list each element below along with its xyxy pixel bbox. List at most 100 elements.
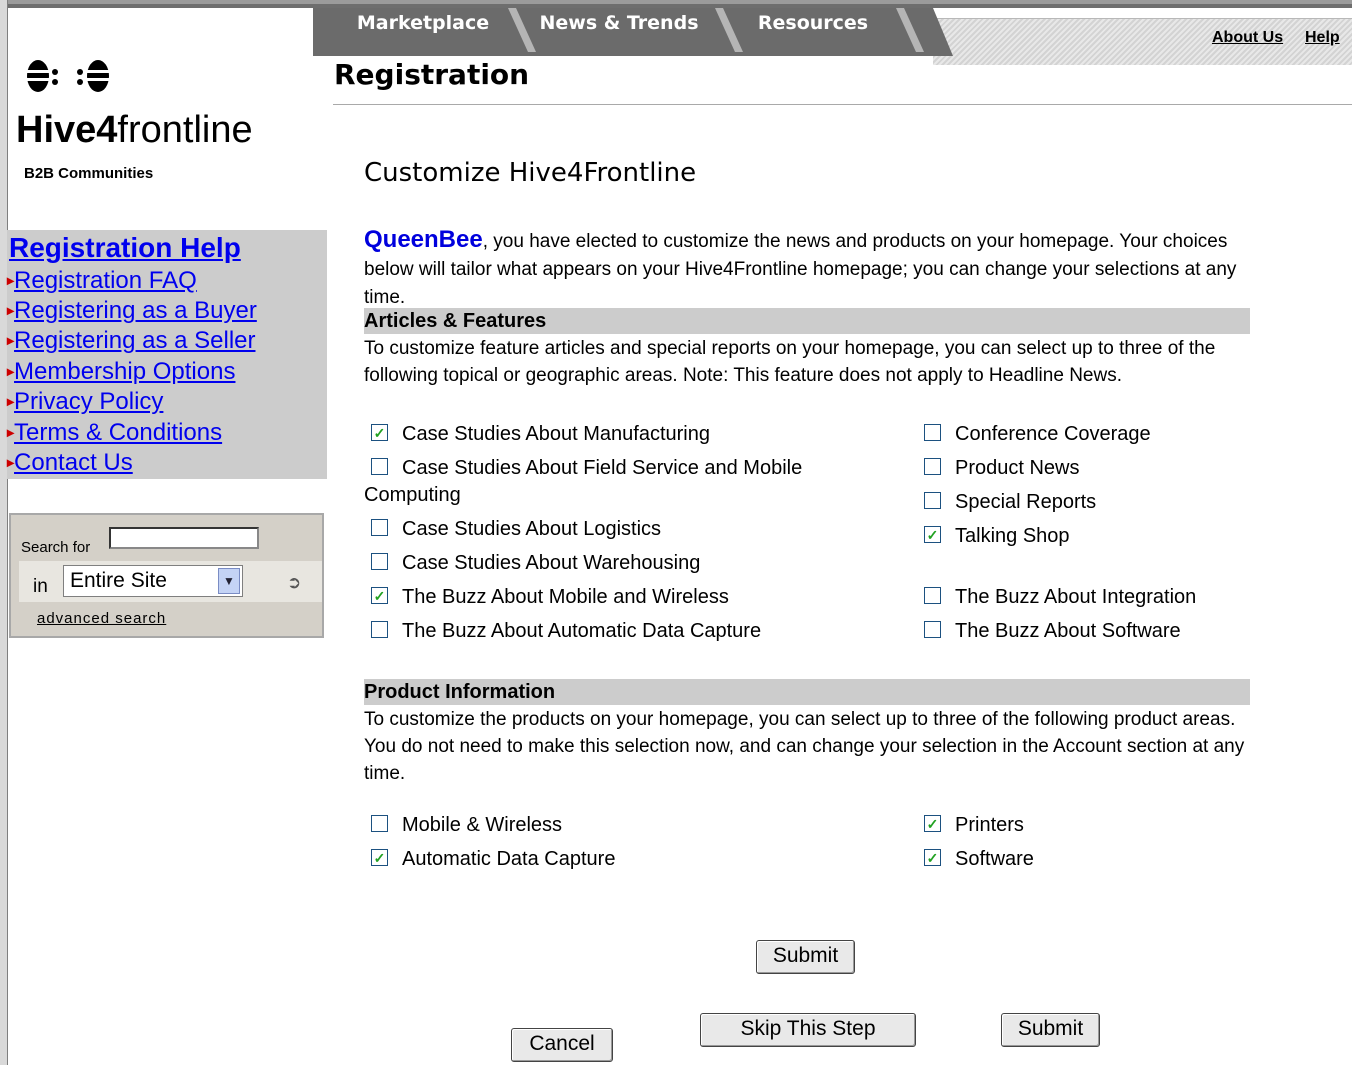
checkbox-label: The Buzz About Integration — [955, 586, 1197, 608]
products-description: To customize the products on your homepa… — [364, 709, 1245, 784]
tab-marketplace[interactable]: Marketplace — [333, 8, 513, 52]
checkbox-label-wrap: Computing — [364, 484, 461, 506]
checkbox-case-studies-logistics[interactable]: Case Studies About Logistics — [371, 517, 661, 541]
checkbox-talking-shop[interactable]: ✓ Talking Shop — [924, 524, 1070, 548]
search-in-label: in — [33, 576, 48, 597]
tab-news-trends-label: News & Trends — [539, 12, 699, 34]
help-link-label: Registration FAQ — [14, 267, 197, 294]
checkbox-label: Mobile & Wireless — [402, 814, 563, 836]
submit-button-top[interactable]: Submit — [756, 940, 855, 974]
checkbox-label: Automatic Data Capture — [402, 848, 616, 870]
help-link[interactable]: Help — [1305, 29, 1340, 47]
checkbox-special-reports[interactable]: Special Reports — [924, 490, 1096, 514]
logo-brand-bold: Hive4 — [16, 109, 118, 151]
bullet-icon: ▸ — [7, 424, 15, 440]
checkbox-label: Conference Coverage — [955, 423, 1151, 445]
logo-brand-light: frontline — [117, 109, 253, 151]
bullet-icon: ▸ — [7, 332, 15, 348]
checkbox-label: Case Studies About Warehousing — [402, 552, 701, 574]
checkbox-case-studies-manufacturing[interactable]: ✓ Case Studies About Manufacturing — [371, 422, 710, 446]
checkbox-box[interactable] — [371, 553, 388, 571]
logo-bees-icon — [24, 56, 134, 105]
checkbox-box[interactable] — [371, 519, 388, 537]
help-link-label: Registering as a Seller — [14, 327, 256, 354]
checkbox-box[interactable] — [924, 458, 941, 476]
checkbox-printers[interactable]: ✓ Printers — [924, 813, 1024, 837]
help-link-label: Terms & Conditions — [14, 419, 223, 446]
help-link-label: Registering as a Buyer — [14, 297, 257, 324]
checkbox-box[interactable] — [924, 492, 941, 510]
checkbox-buzz-data-capture[interactable]: The Buzz About Automatic Data Capture — [371, 619, 761, 643]
help-link-label: Privacy Policy — [14, 388, 164, 415]
search-input[interactable] — [109, 527, 259, 549]
bullet-icon: ▸ — [7, 302, 15, 318]
bullet-icon: ▸ — [7, 454, 15, 470]
search-label: Search for — [21, 539, 91, 556]
help-link-buyer[interactable]: ▸Registering as a Buyer — [7, 297, 257, 325]
go-arrow-icon[interactable]: ➲ — [287, 573, 301, 593]
checkbox-box[interactable] — [371, 621, 388, 639]
articles-description: To customize feature articles and specia… — [364, 338, 1216, 386]
checkbox-box[interactable] — [371, 815, 388, 833]
checkbox-case-studies-warehousing[interactable]: Case Studies About Warehousing — [371, 551, 700, 575]
search-scope-value: Entire Site — [70, 569, 167, 592]
checkbox-label: Case Studies About Field Service and Mob… — [402, 457, 803, 479]
help-link-terms[interactable]: ▸Terms & Conditions — [7, 419, 222, 447]
checkbox-label: The Buzz About Automatic Data Capture — [402, 620, 762, 642]
search-scope-select[interactable]: Entire Site ▼ — [63, 565, 243, 597]
tab-resources-label: Resources — [757, 12, 869, 34]
chevron-down-icon[interactable]: ▼ — [218, 568, 240, 594]
checkbox-product-news[interactable]: Product News — [924, 456, 1080, 480]
checkbox-box[interactable]: ✓ — [924, 849, 941, 867]
advanced-search-link[interactable]: advanced search — [37, 610, 166, 627]
checkbox-box[interactable] — [924, 424, 941, 442]
checkbox-buzz-software[interactable]: The Buzz About Software — [924, 619, 1181, 643]
cancel-button[interactable]: Cancel — [511, 1028, 613, 1062]
checkbox-label: Case Studies About Manufacturing — [402, 423, 710, 445]
help-link-membership[interactable]: ▸Membership Options — [7, 358, 235, 386]
help-link-seller[interactable]: ▸Registering as a Seller — [7, 327, 255, 355]
checkbox-software[interactable]: ✓ Software — [924, 847, 1034, 871]
checkbox-box[interactable]: ✓ — [924, 815, 941, 833]
tab-resources[interactable]: Resources — [733, 8, 893, 52]
submit-button-bottom[interactable]: Submit — [1001, 1013, 1100, 1047]
checkbox-box[interactable] — [924, 587, 941, 605]
checkbox-buzz-integration[interactable]: The Buzz About Integration — [924, 585, 1196, 609]
tab-news-trends[interactable]: News & Trends — [519, 8, 719, 52]
checkbox-box[interactable] — [371, 458, 388, 476]
checkbox-box[interactable] — [924, 621, 941, 639]
checkbox-box[interactable]: ✓ — [924, 526, 941, 544]
checkbox-automatic-data-capture[interactable]: ✓ Automatic Data Capture — [371, 847, 615, 871]
customize-heading: Customize Hive4Frontline — [364, 158, 697, 188]
help-link-contact[interactable]: ▸Contact Us — [7, 449, 133, 477]
nav-bar-pattern — [933, 18, 1352, 65]
checkbox-label: The Buzz About Software — [955, 620, 1181, 642]
intro-text: , you have elected to customize the news… — [364, 231, 1237, 308]
window-border — [0, 0, 8, 1065]
top-nav: Marketplace News & Trends Resources Abou… — [313, 8, 1352, 65]
help-link-faq[interactable]: ▸Registration FAQ — [7, 267, 197, 295]
intro-username: QueenBee — [364, 226, 483, 253]
skip-step-button[interactable]: Skip This Step — [700, 1013, 916, 1047]
registration-help-panel: Registration Help ▸Registration FAQ ▸Reg… — [7, 230, 327, 479]
checkbox-box[interactable]: ✓ — [371, 587, 388, 605]
help-link-privacy[interactable]: ▸Privacy Policy — [7, 388, 163, 416]
help-link-label: Contact Us — [14, 449, 133, 476]
checkbox-label: Printers — [955, 814, 1024, 836]
search-scope-row: in Entire Site ▼ ➲ — [19, 561, 322, 602]
bullet-icon: ▸ — [7, 393, 15, 409]
checkbox-case-studies-field-service[interactable]: Case Studies About Field Service and Mob… — [371, 456, 802, 480]
checkbox-label: Software — [955, 848, 1034, 870]
registration-help-heading[interactable]: Registration Help — [9, 232, 241, 264]
checkbox-buzz-mobile-wireless[interactable]: ✓ The Buzz About Mobile and Wireless — [371, 585, 729, 609]
tab-marketplace-label: Marketplace — [356, 12, 490, 34]
checkbox-box[interactable]: ✓ — [371, 424, 388, 442]
page-title: Registration — [334, 58, 530, 91]
about-us-link[interactable]: About Us — [1212, 29, 1283, 47]
search-panel: Search for in Entire Site ▼ ➲ advanced s… — [9, 513, 324, 638]
checkbox-label: Case Studies About Logistics — [402, 518, 662, 540]
checkbox-mobile-wireless[interactable]: Mobile & Wireless — [371, 813, 562, 837]
checkbox-conference-coverage[interactable]: Conference Coverage — [924, 422, 1151, 446]
checkbox-box[interactable]: ✓ — [371, 849, 388, 867]
products-section-heading: Product Information — [364, 679, 1250, 705]
